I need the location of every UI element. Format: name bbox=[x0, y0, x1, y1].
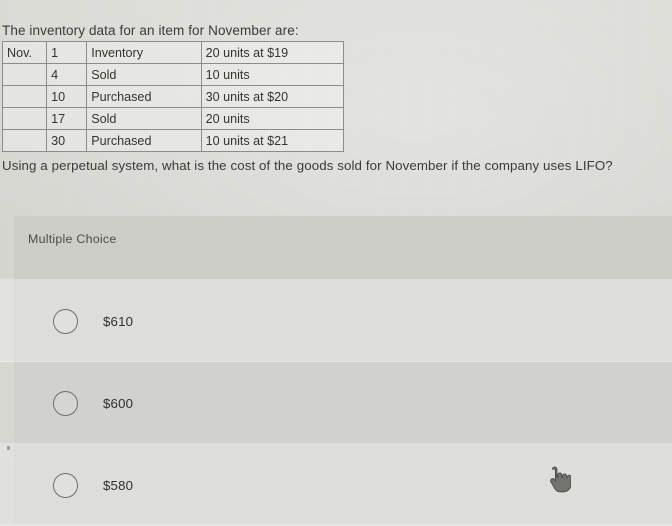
table-cell-description: Sold bbox=[86, 63, 202, 86]
question-intro-text: The inventory data for an item for Novem… bbox=[2, 23, 299, 38]
table-row: 10 Purchased 30 units at $20 bbox=[1, 85, 345, 108]
table-cell-day: 30 bbox=[46, 129, 88, 152]
row-divider bbox=[0, 361, 672, 362]
choice-option-1[interactable]: $610 bbox=[0, 280, 672, 362]
table-cell-day: 4 bbox=[46, 63, 88, 86]
table-cell-month: Nov. bbox=[1, 41, 48, 64]
table-cell-day: 10 bbox=[46, 85, 88, 108]
table-row: 4 Sold 10 units bbox=[1, 63, 345, 86]
choice-label-2: $600 bbox=[103, 395, 134, 411]
table-cell-description: Purchased bbox=[86, 129, 202, 152]
inventory-data-table: Nov. 1 Inventory 20 units at $19 4 Sold 10 uni… bbox=[1, 41, 345, 152]
table-cell-quantity: 30 units at $20 bbox=[200, 85, 345, 108]
row-divider bbox=[0, 279, 672, 280]
choice-option-2[interactable]: $600 bbox=[0, 362, 672, 444]
table-row: 30 Purchased 10 units at $21 bbox=[1, 129, 345, 152]
table-cell-quantity: 10 units at $21 bbox=[200, 129, 345, 152]
table-cell-description: Sold bbox=[86, 107, 202, 130]
table-cell-quantity: 20 units bbox=[200, 107, 345, 130]
dust-speck-artifact bbox=[7, 446, 10, 450]
row-divider bbox=[0, 443, 672, 444]
radio-button-1[interactable] bbox=[53, 308, 78, 334]
table-cell-month bbox=[1, 129, 48, 152]
table-row: 17 Sold 20 units bbox=[1, 107, 345, 130]
table-cell-description: Inventory bbox=[86, 41, 202, 64]
table-row: Nov. 1 Inventory 20 units at $19 bbox=[1, 41, 345, 64]
table-cell-month bbox=[1, 85, 48, 108]
table-cell-description: Purchased bbox=[86, 85, 202, 108]
question-type-label: Multiple Choice bbox=[28, 232, 117, 246]
choice-option-3[interactable]: $580 bbox=[0, 444, 672, 526]
table-cell-month bbox=[1, 63, 48, 86]
radio-button-2[interactable] bbox=[53, 390, 78, 416]
choice-label-3: $580 bbox=[103, 477, 134, 493]
table-cell-quantity: 10 units bbox=[200, 63, 345, 86]
table-cell-day: 17 bbox=[46, 107, 88, 130]
table-cell-day: 1 bbox=[46, 41, 88, 64]
choice-label-1: $610 bbox=[103, 313, 134, 329]
radio-button-3[interactable] bbox=[53, 472, 78, 498]
question-prompt-text: Using a perpetual system, what is the co… bbox=[2, 158, 613, 173]
table-cell-quantity: 20 units at $19 bbox=[200, 41, 345, 64]
table-cell-month bbox=[1, 107, 48, 130]
